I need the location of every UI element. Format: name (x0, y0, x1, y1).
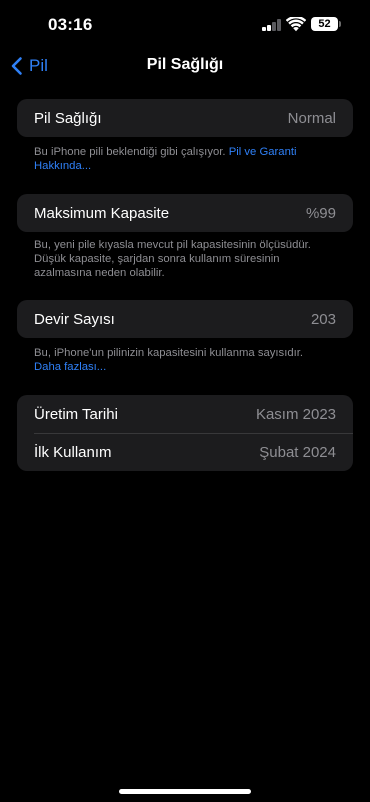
wifi-icon (286, 17, 306, 32)
max-capacity-label: Maksimum Kapasite (34, 204, 170, 222)
learn-more-link[interactable]: Daha fazlası... (34, 361, 106, 373)
status-bar: 03:16 52 (0, 0, 370, 50)
home-indicator[interactable] (119, 789, 251, 794)
manufacture-date-row: Üretim Tarihi Kasım 2023 (17, 395, 353, 433)
max-capacity-footer: Bu, yeni pile kıyasla mevcut pil kapasit… (34, 238, 339, 280)
battery-health-value: Normal (287, 109, 336, 127)
first-use-value: Şubat 2024 (259, 443, 336, 461)
battery-health-footer-text: Bu iPhone pili beklendiği gibi çalışıyor… (34, 146, 226, 158)
cycle-count-label: Devir Sayısı (34, 310, 115, 328)
cellular-signal-icon (262, 19, 282, 31)
battery-health-footer: Bu iPhone pili beklendiği gibi çalışıyor… (34, 145, 339, 173)
battery-health-screen: 03:16 52 Pil Pil Sağlığı Pil Sağlığı Nor… (0, 0, 370, 802)
first-use-row: İlk Kullanım Şubat 2024 (17, 433, 353, 471)
manufacture-date-value: Kasım 2023 (255, 405, 336, 423)
battery-health-group: Pil Sağlığı Normal (17, 99, 353, 137)
battery-health-label: Pil Sağlığı (34, 109, 102, 127)
status-time: 03:16 (48, 15, 93, 34)
cycle-count-footer: Bu, iPhone'un pilinizin kapasitesini kul… (34, 346, 339, 374)
max-capacity-value: %99 (305, 204, 336, 222)
cycle-count-row: Devir Sayısı 203 (17, 300, 353, 338)
nav-bar: Pil Pil Sağlığı (0, 50, 370, 82)
cycle-count-footer-text: Bu, iPhone'un pilinizin kapasitesini kul… (34, 347, 304, 359)
max-capacity-row: Maksimum Kapasite %99 (17, 194, 353, 232)
first-use-label: İlk Kullanım (34, 443, 112, 461)
page-title: Pil Sağlığı (146, 56, 224, 73)
cycle-count-value: 203 (310, 310, 336, 328)
manufacture-date-label: Üretim Tarihi (34, 405, 118, 423)
dates-group: Üretim Tarihi Kasım 2023 İlk Kullanım Şu… (17, 395, 353, 471)
battery-health-row: Pil Sağlığı Normal (17, 99, 353, 137)
max-capacity-footer-text: Bu, yeni pile kıyasla mevcut pil kapasit… (34, 239, 311, 279)
max-capacity-group: Maksimum Kapasite %99 (17, 194, 353, 232)
battery-icon: 52 (311, 17, 338, 31)
battery-nub (339, 21, 341, 27)
cycle-count-group: Devir Sayısı 203 (17, 300, 353, 338)
